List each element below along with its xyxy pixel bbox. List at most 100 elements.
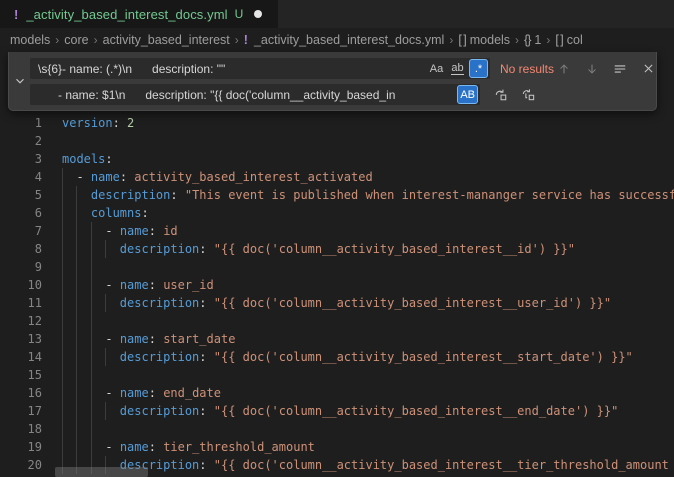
code-line[interactable]: 18 xyxy=(0,420,674,438)
code-line[interactable]: 12 xyxy=(0,312,674,330)
line-number: 6 xyxy=(0,204,62,222)
code-line[interactable]: 2 xyxy=(0,132,674,150)
code-line[interactable]: 19 - name: tier_threshold_amount xyxy=(0,438,674,456)
breadcrumb-item[interactable]: {}1 xyxy=(524,33,541,47)
code-line[interactable]: 8 description: "{{ doc('column__activity… xyxy=(0,240,674,258)
code-line[interactable]: 11 description: "{{ doc('column__activit… xyxy=(0,294,674,312)
symbol-icon: {} xyxy=(524,33,530,47)
regex-icon: .* xyxy=(475,63,482,75)
code-token: name xyxy=(120,386,149,400)
replace-input[interactable] xyxy=(30,84,457,105)
code-token: "{{ doc('column__activity_based_interest… xyxy=(214,458,669,472)
breadcrumb-label: models xyxy=(470,33,510,47)
code-token xyxy=(62,224,105,238)
code-token: : xyxy=(149,440,156,454)
find-in-selection-button[interactable] xyxy=(610,59,630,79)
replace-all-button[interactable] xyxy=(518,85,538,105)
find-row: Aaab.* No results xyxy=(30,58,650,79)
tab-bar: ! _activity_based_interest_docs.yml U xyxy=(0,0,674,28)
close-find-button[interactable] xyxy=(638,59,658,79)
code-token xyxy=(62,242,120,256)
symbol-icon: [ ] xyxy=(458,33,465,47)
code-token xyxy=(62,206,91,220)
code-token: description xyxy=(120,296,199,310)
line-number: 5 xyxy=(0,186,62,204)
breadcrumb-item[interactable]: core xyxy=(64,33,88,47)
code-token: name xyxy=(91,170,120,184)
code-line[interactable]: 4 - name: activity_based_interest_activa… xyxy=(0,168,674,186)
symbol-icon: [ ] xyxy=(555,33,562,47)
line-number: 14 xyxy=(0,348,62,366)
breadcrumb-separator: › xyxy=(449,33,453,47)
breadcrumb-item[interactable]: !_activity_based_interest_docs.yml xyxy=(244,33,445,47)
code-token: description xyxy=(120,404,199,418)
breadcrumb-separator: › xyxy=(515,33,519,47)
next-match-button[interactable] xyxy=(582,59,602,79)
line-number: 7 xyxy=(0,222,62,240)
code-token xyxy=(178,188,185,202)
code-token: : xyxy=(141,206,148,220)
code-line[interactable]: 16 - name: end_date xyxy=(0,384,674,402)
breadcrumb-item[interactable]: [ ] col xyxy=(555,33,582,47)
line-number: 13 xyxy=(0,330,62,348)
code-line-content xyxy=(62,132,674,150)
horizontal-scrollbar[interactable] xyxy=(55,467,148,477)
breadcrumb: models › core › activity_based_interest › !_ac… xyxy=(0,28,674,52)
breadcrumb-label: col xyxy=(567,33,583,47)
code-area[interactable]: 1version: 223models:4 - name: activity_b… xyxy=(0,52,674,474)
modified-dot-icon[interactable] xyxy=(254,10,262,18)
close-icon xyxy=(642,62,655,75)
code-line[interactable]: 13 - name: start_date xyxy=(0,330,674,348)
code-line[interactable]: 9 xyxy=(0,258,674,276)
code-line[interactable]: 10 - name: user_id xyxy=(0,276,674,294)
code-token: : xyxy=(149,224,156,238)
match-case-button[interactable]: Aa xyxy=(427,59,446,78)
breadcrumb-item[interactable]: [ ] models xyxy=(458,33,510,47)
indent-guide xyxy=(62,312,63,330)
code-token xyxy=(207,404,214,418)
code-line[interactable]: 1version: 2 xyxy=(0,114,674,132)
code-line[interactable]: 17 description: "{{ doc('column__activit… xyxy=(0,402,674,420)
code-line[interactable]: 3models: xyxy=(0,150,674,168)
code-line[interactable]: 6 columns: xyxy=(0,204,674,222)
breadcrumb-item[interactable]: activity_based_interest xyxy=(103,33,230,47)
tab-active[interactable]: ! _activity_based_interest_docs.yml U xyxy=(0,0,278,28)
previous-match-button[interactable] xyxy=(554,59,574,79)
code-token: version xyxy=(62,116,113,130)
regex-button[interactable]: .* xyxy=(469,59,488,78)
line-number: 3 xyxy=(0,150,62,168)
code-token: : xyxy=(199,242,206,256)
code-line[interactable]: 7 - name: id xyxy=(0,222,674,240)
code-token: : xyxy=(120,170,127,184)
find-input[interactable] xyxy=(30,58,427,79)
find-options: Aaab .* xyxy=(427,59,490,78)
code-token: : xyxy=(199,404,206,418)
whole-word-button[interactable]: ab xyxy=(448,59,467,78)
code-token: - xyxy=(105,386,119,400)
code-token: id xyxy=(163,224,177,238)
breadcrumb-separator: › xyxy=(235,33,239,47)
breadcrumb-item[interactable]: models xyxy=(10,33,50,47)
replace-button[interactable] xyxy=(490,85,510,105)
arrow-up-icon xyxy=(557,62,571,76)
code-line[interactable]: 15 xyxy=(0,366,674,384)
code-token xyxy=(62,170,76,184)
code-line[interactable]: 5 description: "This event is published … xyxy=(0,186,674,204)
code-line[interactable]: 14 description: "{{ doc('column__activit… xyxy=(0,348,674,366)
code-line-content: description: "{{ doc('column__activity_b… xyxy=(62,348,674,366)
line-number: 8 xyxy=(0,240,62,258)
code-token: 2 xyxy=(127,116,134,130)
editor[interactable]: 1version: 223models:4 - name: activity_b… xyxy=(0,52,674,477)
preserve-case-button[interactable]: AB xyxy=(457,85,478,104)
code-line-content: - name: id xyxy=(62,222,674,240)
line-number: 17 xyxy=(0,402,62,420)
line-number: 12 xyxy=(0,312,62,330)
breadcrumb-separator: › xyxy=(55,33,59,47)
find-input-box: Aaab .* xyxy=(30,58,490,79)
code-line-content xyxy=(62,312,674,330)
code-line-content: - name: activity_based_interest_activate… xyxy=(62,168,674,186)
code-token: - xyxy=(105,278,119,292)
line-number: 15 xyxy=(0,366,62,384)
code-token: : xyxy=(149,278,156,292)
toggle-replace-button[interactable] xyxy=(9,52,30,110)
